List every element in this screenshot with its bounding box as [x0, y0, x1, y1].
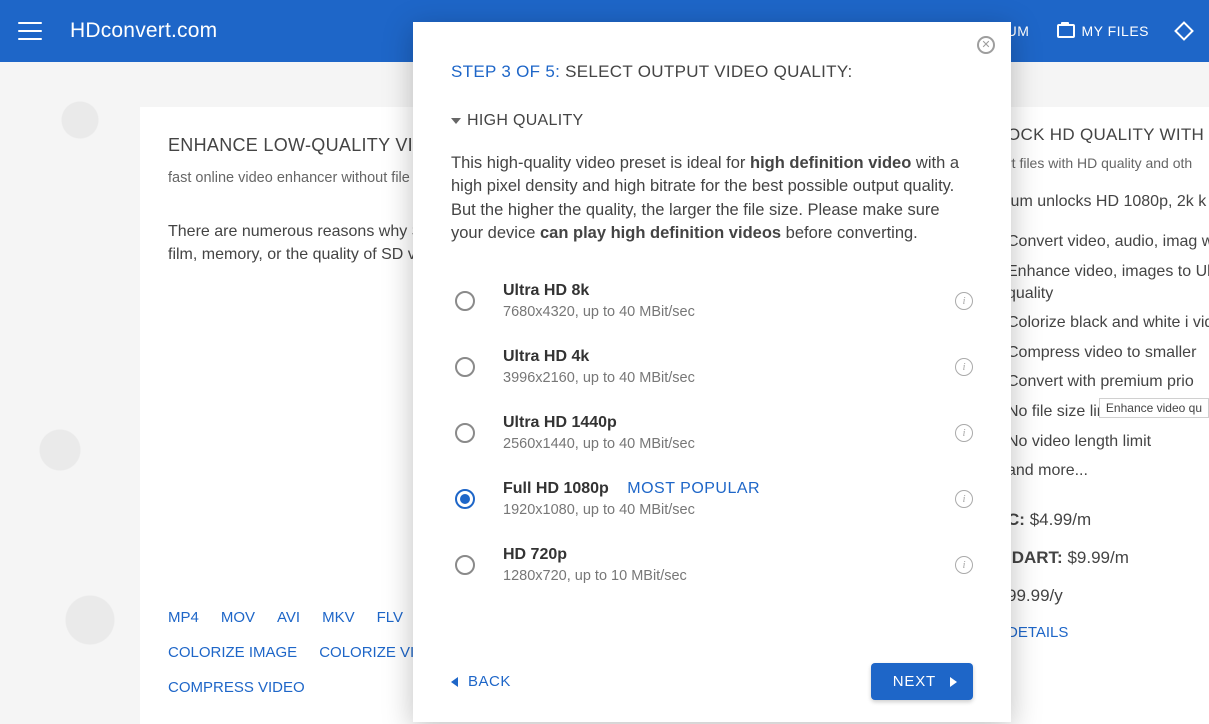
next-button[interactable]: NEXT [871, 663, 973, 700]
option-8k[interactable]: Ultra HD 8k 7680x4320, up to 40 MBit/sec… [455, 268, 973, 334]
feature-item: and more... [1007, 460, 1209, 482]
feature-item: Convert video, audio, imag watermark [1007, 231, 1209, 253]
option-sub: 7680x4320, up to 40 MBit/sec [503, 304, 955, 320]
my-files-label: MY FILES [1081, 23, 1149, 39]
topbar-right: MIUM MY FILES [990, 23, 1191, 39]
step-line: STEP 3 OF 5: SELECT OUTPUT VIDEO QUALITY… [451, 62, 973, 82]
back-button[interactable]: BACK [451, 673, 511, 690]
diamond-link[interactable] [1177, 24, 1191, 38]
quality-section-header[interactable]: HIGH QUALITY [451, 112, 973, 130]
option-4k[interactable]: Ultra HD 4k 3996x2160, up to 40 MBit/sec… [455, 334, 973, 400]
arrow-left-icon [451, 677, 458, 687]
option-1080p[interactable]: Full HD 1080p MOST POPULAR 1920x1080, up… [455, 466, 973, 532]
pricing-block: C: $4.99/m IDART: $9.99/m 99.99/y [1007, 510, 1209, 606]
diamond-icon [1174, 21, 1194, 41]
format-link[interactable]: AVI [277, 609, 300, 626]
info-icon[interactable]: i [955, 556, 973, 574]
arrow-right-icon [950, 677, 957, 687]
info-icon[interactable]: i [955, 424, 973, 442]
section-label: HIGH QUALITY [467, 112, 584, 130]
radio-720p[interactable] [455, 555, 475, 575]
right-title: OCK HD QUALITY WITH PR [1007, 125, 1209, 145]
feature-item: No video length limit [1007, 431, 1209, 453]
feature-item: Enhance video, images to Ultra HD 4K, 8k… [1007, 261, 1209, 304]
pricing-row: 99.99/y [1007, 586, 1209, 606]
option-sub: 1280x720, up to 10 MBit/sec [503, 568, 955, 584]
option-title: HD 720p [503, 546, 955, 564]
radio-8k[interactable] [455, 291, 475, 311]
close-icon[interactable]: ✕ [977, 36, 995, 54]
step-title: SELECT OUTPUT VIDEO QUALITY: [565, 62, 852, 81]
format-link[interactable]: COLORIZE VID [319, 644, 425, 661]
chevron-down-icon [451, 118, 461, 124]
format-link[interactable]: MP4 [168, 609, 199, 626]
format-link[interactable]: MOV [221, 609, 255, 626]
step-number: STEP 3 OF 5: [451, 62, 560, 81]
info-icon[interactable]: i [955, 490, 973, 508]
most-popular-badge: MOST POPULAR [627, 480, 760, 497]
option-720p[interactable]: HD 720p 1280x720, up to 10 MBit/sec i [455, 532, 973, 598]
pricing-row: C: $4.99/m [1007, 510, 1209, 530]
option-title: Ultra HD 4k [503, 348, 955, 366]
option-sub: 3996x2160, up to 40 MBit/sec [503, 370, 955, 386]
section-description: This high-quality video preset is ideal … [451, 152, 973, 246]
right-intro: ium unlocks HD 1080p, 2k k Ultra HD qual… [1007, 191, 1209, 213]
radio-1440p[interactable] [455, 423, 475, 443]
format-link[interactable]: FLV [377, 609, 403, 626]
quality-modal: ✕ STEP 3 OF 5: SELECT OUTPUT VIDEO QUALI… [413, 22, 1011, 722]
my-files-link[interactable]: MY FILES [1057, 23, 1149, 39]
info-icon[interactable]: i [955, 292, 973, 310]
next-label: NEXT [893, 673, 936, 690]
option-1440p[interactable]: Ultra HD 1440p 2560x1440, up to 40 MBit/… [455, 400, 973, 466]
menu-icon[interactable] [18, 22, 42, 40]
pricing-row: IDART: $9.99/m [1007, 548, 1209, 568]
quality-options: Ultra HD 8k 7680x4320, up to 40 MBit/sec… [455, 268, 973, 598]
feature-item: Colorize black and white i video [1007, 312, 1209, 334]
feature-item: Convert with premium prio [1007, 371, 1209, 393]
option-title: Full HD 1080p MOST POPULAR [503, 480, 955, 498]
option-sub: 1920x1080, up to 40 MBit/sec [503, 502, 955, 518]
info-icon[interactable]: i [955, 358, 973, 376]
details-link[interactable]: DETAILS [1007, 624, 1209, 641]
feature-list: Convert video, audio, imag watermark Enh… [1007, 231, 1209, 481]
brand-title[interactable]: HDconvert.com [70, 19, 217, 43]
format-link[interactable]: COLORIZE IMAGE [168, 644, 297, 661]
feature-item: Compress video to smaller [1007, 342, 1209, 364]
option-sub: 2560x1440, up to 40 MBit/sec [503, 436, 955, 452]
radio-4k[interactable] [455, 357, 475, 377]
option-title: Ultra HD 1440p [503, 414, 955, 432]
modal-footer: BACK NEXT [451, 663, 973, 700]
tooltip: Enhance video qu [1099, 398, 1209, 418]
format-link[interactable]: MKV [322, 609, 355, 626]
radio-1080p[interactable] [455, 489, 475, 509]
back-label: BACK [468, 673, 511, 690]
format-link[interactable]: COMPRESS VIDEO [168, 679, 305, 696]
right-subtitle: rt files with HD quality and oth [1007, 155, 1209, 171]
folder-icon [1057, 24, 1075, 38]
right-column: OCK HD QUALITY WITH PR rt files with HD … [1007, 125, 1209, 641]
option-title: Ultra HD 8k [503, 282, 955, 300]
